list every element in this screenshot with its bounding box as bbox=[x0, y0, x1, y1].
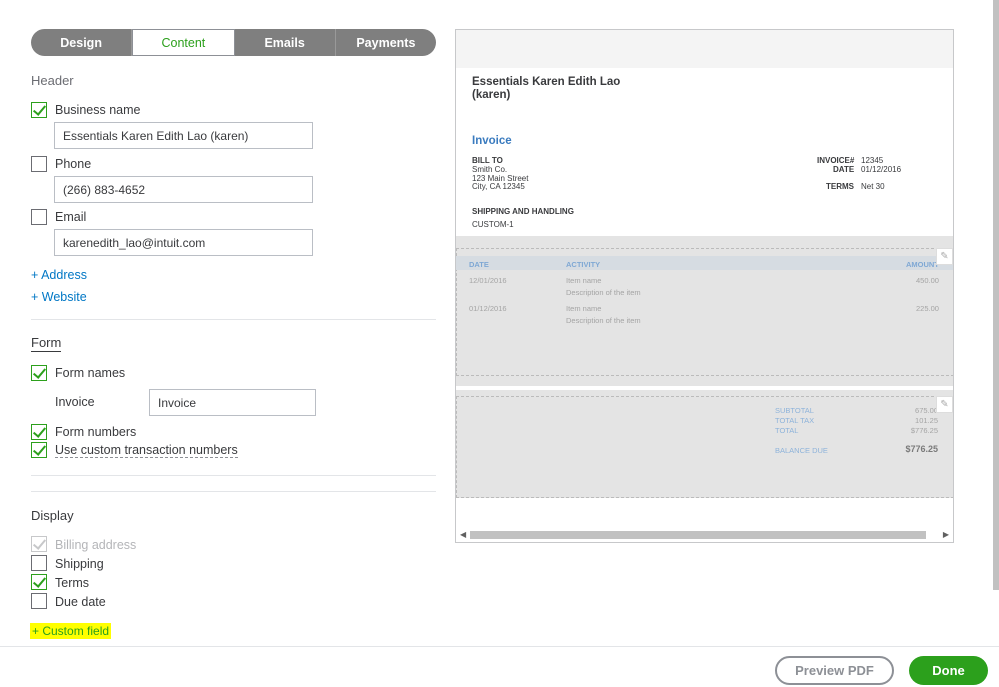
due-date-label: Due date bbox=[55, 595, 106, 609]
email-input[interactable]: karenedith_lao@intuit.com bbox=[54, 229, 313, 256]
form-section-title: Form bbox=[31, 335, 62, 352]
business-name-label: Business name bbox=[55, 103, 141, 117]
form-numbers-label: Form numbers bbox=[55, 425, 137, 439]
scroll-right-icon[interactable]: ▶ bbox=[943, 530, 949, 539]
tab-design[interactable]: Design bbox=[31, 29, 133, 56]
phone-input[interactable]: (266) 883-4652 bbox=[54, 176, 313, 203]
due-date-checkbox[interactable] bbox=[31, 593, 47, 609]
preview-doc-title: Invoice bbox=[472, 135, 512, 147]
preview-terms: Net 30 bbox=[861, 182, 885, 191]
shipping-checkbox[interactable] bbox=[31, 555, 47, 571]
display-section-title: Display bbox=[31, 508, 74, 523]
custom-numbers-checkbox[interactable] bbox=[31, 442, 47, 458]
preview-bill-to-line: Smith Co. bbox=[472, 165, 508, 174]
preview-bill-to-label: BILL TO bbox=[472, 156, 503, 165]
form-numbers-checkbox[interactable] bbox=[31, 424, 47, 440]
preview-row-desc: Description of the item bbox=[566, 288, 641, 297]
customize-form-panel: Design Content Emails Payments Header Bu… bbox=[0, 0, 999, 687]
tab-content[interactable]: Content bbox=[132, 29, 235, 56]
terms-checkbox[interactable] bbox=[31, 574, 47, 590]
done-button[interactable]: Done bbox=[909, 656, 988, 685]
scroll-left-icon[interactable]: ◀ bbox=[460, 530, 466, 539]
preview-company-name: Essentials Karen Edith Lao bbox=[472, 76, 621, 88]
preview-horizontal-scrollbar[interactable]: ◀ ▶ bbox=[456, 528, 953, 542]
custom-field-link-wrap: + Custom field bbox=[30, 623, 112, 639]
preview-balance: $776.25 bbox=[905, 444, 938, 454]
preview-pdf-button[interactable]: Preview PDF bbox=[775, 656, 894, 685]
preview-tax-label: TOTAL TAX bbox=[775, 416, 815, 425]
preview-invoice-no: 12345 bbox=[861, 156, 884, 165]
preview-subtotal-label: SUBTOTAL bbox=[775, 406, 814, 415]
preview-subtotal: 675.00 bbox=[915, 406, 938, 415]
preview-row-amount: 450.00 bbox=[916, 276, 939, 285]
phone-checkbox[interactable] bbox=[31, 156, 47, 172]
preview-date-label: DATE bbox=[833, 165, 855, 174]
preview-row-item: Item name bbox=[566, 276, 602, 285]
tab-emails[interactable]: Emails bbox=[235, 29, 336, 56]
preview-row-desc: Description of the item bbox=[566, 316, 641, 325]
preview-row-amount: 225.00 bbox=[916, 304, 939, 313]
form-names-label: Form names bbox=[55, 366, 126, 380]
preview-company-name-2: (karen) bbox=[472, 89, 511, 101]
preview-invoice-no-label: INVOICE# bbox=[817, 156, 855, 165]
preview-terms-label: TERMS bbox=[826, 182, 854, 191]
preview-total-label: TOTAL bbox=[775, 426, 799, 435]
shipping-label: Shipping bbox=[55, 557, 104, 571]
preview-row-date: 01/12/2016 bbox=[469, 304, 507, 313]
add-custom-field-link[interactable]: + Custom field bbox=[30, 623, 112, 639]
tab-bar: Design Content Emails Payments bbox=[31, 29, 436, 56]
preview-row-date: 12/01/2016 bbox=[469, 276, 507, 285]
preview-shipping-value: CUSTOM-1 bbox=[472, 220, 514, 229]
billing-address-checkbox bbox=[31, 536, 47, 552]
preview-th-activity: ACTIVITY bbox=[566, 260, 601, 269]
preview-date: 01/12/2016 bbox=[861, 165, 902, 174]
preview-th-amount: AMOUNT bbox=[906, 260, 939, 269]
preview-total: $776.25 bbox=[910, 426, 938, 435]
preview-shipping-label: SHIPPING AND HANDLING bbox=[472, 207, 574, 216]
preview-top-band bbox=[456, 30, 953, 68]
header-section-title: Header bbox=[31, 73, 74, 88]
divider bbox=[31, 475, 436, 476]
preview-table-header-bg bbox=[456, 256, 953, 270]
invoice-preview: Essentials Karen Edith Lao (karen) Invoi… bbox=[455, 29, 954, 543]
preview-balance-label: BALANCE DUE bbox=[775, 446, 828, 455]
business-name-checkbox[interactable] bbox=[31, 102, 47, 118]
add-address-link[interactable]: + Address bbox=[31, 268, 87, 282]
billing-address-label: Billing address bbox=[55, 538, 137, 552]
divider bbox=[31, 491, 436, 492]
preview-th-date: DATE bbox=[469, 260, 489, 269]
terms-label: Terms bbox=[55, 576, 90, 590]
preview-bill-to-line: City, CA 12345 bbox=[472, 182, 525, 191]
edit-items-pencil-icon[interactable]: ✎ bbox=[936, 248, 953, 265]
tab-payments[interactable]: Payments bbox=[336, 29, 436, 56]
invoice-name-label: Invoice bbox=[55, 395, 95, 409]
email-checkbox[interactable] bbox=[31, 209, 47, 225]
preview-row-item: Item name bbox=[566, 304, 602, 313]
custom-numbers-label[interactable]: Use custom transaction numbers bbox=[55, 443, 238, 458]
scroll-thumb[interactable] bbox=[470, 531, 926, 539]
add-website-link[interactable]: + Website bbox=[31, 290, 87, 304]
business-name-input[interactable]: Essentials Karen Edith Lao (karen) bbox=[54, 122, 313, 149]
divider bbox=[31, 319, 436, 320]
phone-label: Phone bbox=[55, 157, 92, 171]
preview-totals-box[interactable] bbox=[456, 396, 953, 498]
email-label: Email bbox=[55, 210, 87, 224]
page-scroll-thumb[interactable] bbox=[993, 0, 999, 590]
preview-tax: 101.25 bbox=[915, 416, 938, 425]
edit-totals-pencil-icon[interactable]: ✎ bbox=[936, 396, 953, 413]
invoice-name-input[interactable]: Invoice bbox=[149, 389, 316, 416]
page-scrollbar[interactable] bbox=[993, 0, 999, 646]
form-names-checkbox[interactable] bbox=[31, 365, 47, 381]
